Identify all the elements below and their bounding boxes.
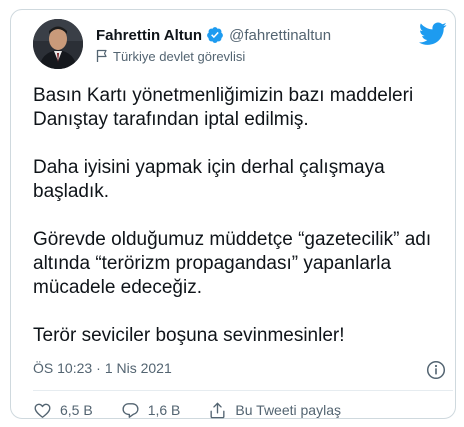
tweet-text: Basın Kartı yönetmenliğimizin bazı madde… [33, 84, 453, 348]
tweet-time[interactable]: ÖS 10:23 [33, 360, 92, 376]
reply-count: 1,6 B [147, 402, 181, 418]
account-label-text: Türkiye devlet görevlisi [113, 48, 246, 64]
info-icon[interactable] [426, 360, 446, 380]
tweet-card[interactable]: Fahrettin Altun @fahrettinaltun Türkiye … [10, 9, 456, 419]
like-count: 6,5 B [60, 402, 93, 418]
tweet-paragraph: Basın Kartı yönetmenliğimizin bazı madde… [33, 85, 414, 130]
author-name[interactable]: Fahrettin Altun [96, 27, 202, 44]
tweet-date[interactable]: 1 Nis 2021 [105, 360, 172, 376]
like-button[interactable]: 6,5 B [33, 401, 93, 420]
reply-bubble-icon [122, 402, 139, 418]
share-icon [210, 402, 225, 418]
share-button[interactable]: Bu Tweeti paylaş [208, 401, 341, 420]
action-bar: 6,5 B 1,6 B Bu Tweeti paylaş [33, 397, 341, 423]
divider [33, 390, 453, 391]
author-handle[interactable]: @fahrettinaltun [229, 27, 331, 44]
share-label: Bu Tweeti paylaş [235, 402, 341, 418]
verified-badge-icon [207, 27, 223, 43]
twitter-bird-icon[interactable] [419, 22, 447, 46]
tweet-paragraph: Daha iyisini yapmak için derhal çalışmay… [33, 157, 385, 202]
separator-dot: · [96, 360, 101, 376]
tweet-timestamp[interactable]: ÖS 10:23 · 1 Nis 2021 [33, 358, 172, 378]
reply-button[interactable]: 1,6 B [121, 401, 181, 420]
flag-icon [96, 49, 107, 62]
account-label: Türkiye devlet görevlisi [96, 48, 245, 64]
avatar[interactable] [33, 19, 83, 69]
heart-icon [34, 403, 51, 418]
tweet-paragraph: Görevde olduğumuz müddetçe “gazetecilik”… [33, 229, 432, 298]
tweet-paragraph: Terör seviciler boşuna sevinmesinler! [33, 325, 345, 346]
